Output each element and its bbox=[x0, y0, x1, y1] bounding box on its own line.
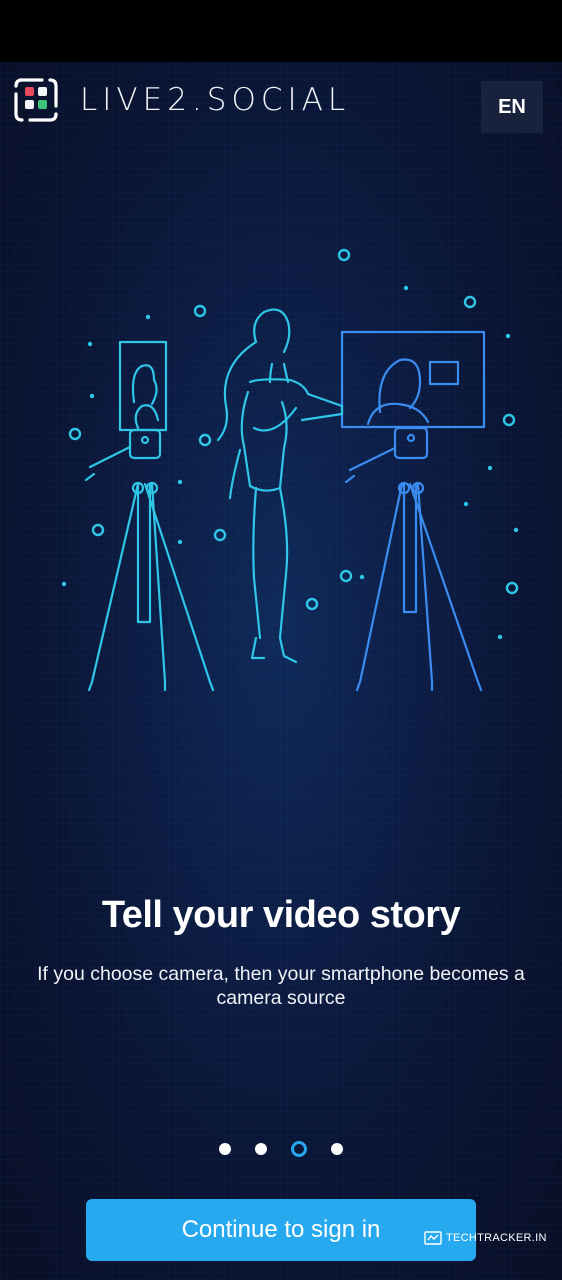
watermark-logo-icon bbox=[424, 1231, 442, 1245]
presenter-figure bbox=[216, 308, 291, 442]
page-indicator bbox=[0, 1137, 562, 1161]
app-logo-icon bbox=[14, 78, 58, 122]
header: LIVE2.SOCIAL EN bbox=[0, 72, 562, 134]
language-button[interactable]: EN bbox=[481, 81, 543, 133]
onboarding-screen: LIVE2.SOCIAL EN Tell your video story If… bbox=[0, 62, 562, 1280]
onboarding-subtitle: If you choose camera, then your smartpho… bbox=[37, 963, 525, 1009]
watermark-text: TECHTRACKER.IN bbox=[446, 1232, 547, 1244]
page-dot-4[interactable] bbox=[331, 1143, 343, 1155]
page-dot-2[interactable] bbox=[255, 1143, 267, 1155]
right-monitor-screen bbox=[340, 330, 486, 429]
page-dot-3-active[interactable] bbox=[291, 1141, 307, 1157]
watermark: TECHTRACKER.IN bbox=[424, 1228, 560, 1248]
onboarding-title: Tell your video story bbox=[101, 894, 461, 936]
left-phone-screen bbox=[118, 340, 168, 432]
continue-to-sign-in-button[interactable]: Continue to sign in bbox=[86, 1199, 476, 1261]
app-logo-text: LIVE2.SOCIAL bbox=[80, 82, 351, 118]
camera-setup-illustration bbox=[61, 248, 519, 692]
status-bar bbox=[0, 0, 562, 62]
page-dot-1[interactable] bbox=[219, 1143, 231, 1155]
